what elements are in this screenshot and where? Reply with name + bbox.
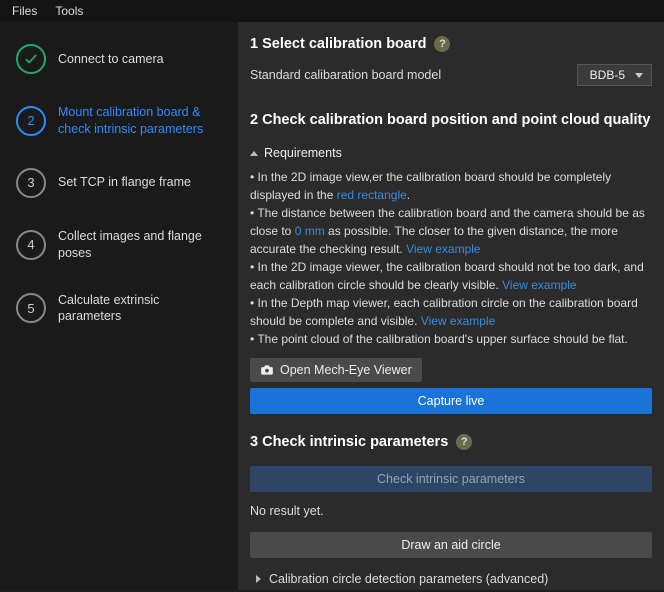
advanced-params-expander[interactable]: Calibration circle detection parameters … [238,564,664,590]
view-example-link[interactable]: View example [406,242,480,256]
expander-label: Requirements [264,146,342,160]
step-mount-board[interactable]: 2 Mount calibration board & check intrin… [16,104,226,138]
chevron-right-icon [256,575,261,583]
button-label: Capture live [418,394,485,408]
view-example-link[interactable]: View example [421,314,495,328]
step-label: Mount calibration board & check intrinsi… [58,104,226,138]
menu-bar: Files Tools [0,0,664,22]
section-title-text: 2 Check calibration board position and p… [250,112,650,128]
capture-live-button[interactable]: Capture live [250,388,652,414]
menu-files[interactable]: Files [12,4,37,18]
draw-aid-circle-button[interactable]: Draw an aid circle [250,532,652,558]
distance-value-link[interactable]: 0 mm [295,224,325,238]
req-text: • In the 2D image view,er the calibratio… [250,170,611,202]
chevron-down-icon [635,73,643,78]
help-icon[interactable]: ? [456,434,472,450]
dropdown-value: BDB-5 [590,68,625,82]
step-label: Collect images and flange poses [58,228,226,262]
step-calc-extrinsic[interactable]: 5 Calculate extrinsic parameters [16,292,226,326]
button-label: Draw an aid circle [401,538,500,552]
step-number: 5 [16,293,46,323]
req-text: . [407,188,410,202]
section-title-text: 1 Select calibration board [250,36,426,52]
requirements-body: • In the 2D image view,er the calibratio… [238,168,664,358]
step-label: Set TCP in flange frame [58,174,191,191]
section-title-text: 3 Check intrinsic parameters [250,434,448,450]
step-connect-camera[interactable]: Connect to camera [16,44,226,74]
view-example-link[interactable]: View example [502,278,576,292]
step-sidebar: Connect to camera 2 Mount calibration bo… [0,22,238,590]
step-label: Calculate extrinsic parameters [58,292,226,326]
red-rectangle-link[interactable]: red rectangle [337,188,407,202]
check-icon [16,44,46,74]
req-text: • The point cloud of the calibration boa… [250,330,652,348]
chevron-up-icon [250,151,258,156]
step-set-tcp[interactable]: 3 Set TCP in flange frame [16,168,226,198]
board-model-label: Standard calibaration board model [250,68,441,82]
section-1-title: 1 Select calibration board ? [238,22,664,62]
step-label: Connect to camera [58,51,164,68]
main-content: 1 Select calibration board ? Standard ca… [238,22,664,590]
req-text: • In the 2D image viewer, the calibratio… [250,260,644,292]
step-number: 3 [16,168,46,198]
step-number: 4 [16,230,46,260]
section-3-title: 3 Check intrinsic parameters ? [238,420,664,460]
step-collect-images[interactable]: 4 Collect images and flange poses [16,228,226,262]
expander-label: Calibration circle detection parameters … [269,572,548,586]
open-mech-eye-viewer-button[interactable]: Open Mech-Eye Viewer [250,358,422,382]
section-2-title: 2 Check calibration board position and p… [238,98,664,138]
step-number: 2 [16,106,46,136]
requirements-expander[interactable]: Requirements [238,138,664,168]
intrinsic-result-text: No result yet. [238,498,664,526]
board-model-dropdown[interactable]: BDB-5 [577,64,652,86]
check-intrinsic-button[interactable]: Check intrinsic parameters [250,466,652,492]
camera-icon [260,363,274,377]
button-label: Check intrinsic parameters [377,472,525,486]
help-icon[interactable]: ? [434,36,450,52]
menu-tools[interactable]: Tools [55,4,83,18]
button-label: Open Mech-Eye Viewer [280,363,412,377]
